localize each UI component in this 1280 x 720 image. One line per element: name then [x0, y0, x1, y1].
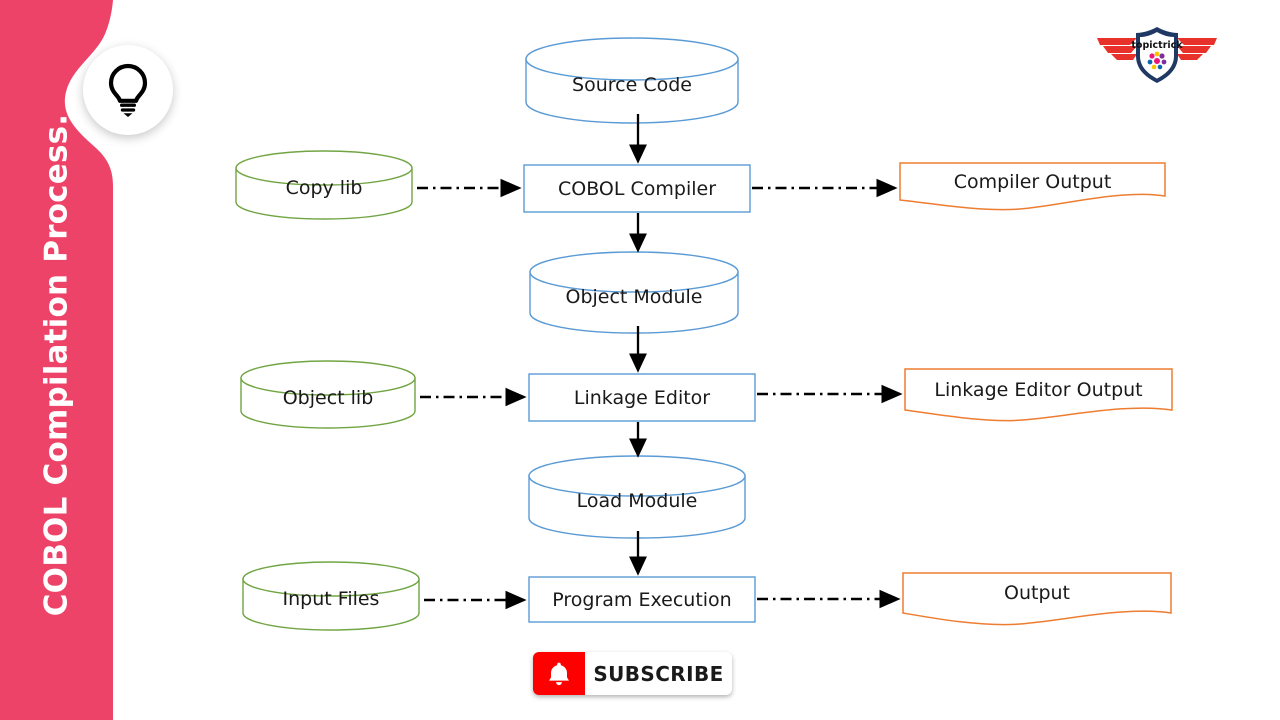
node-input-files[interactable] [242, 561, 420, 631]
logo-wordmark: topictrick [1131, 40, 1183, 51]
node-object-module[interactable] [529, 251, 739, 334]
subscribe-button[interactable]: SUBSCRIBE [533, 652, 732, 695]
bell-icon [549, 662, 569, 685]
node-object-lib[interactable] [240, 360, 416, 429]
node-output[interactable] [902, 572, 1172, 626]
subscribe-bell-container [533, 652, 585, 695]
flowchart-canvas [235, 37, 1173, 631]
logo-wing-right [1177, 38, 1217, 60]
lightbulb-badge [83, 45, 173, 135]
node-load-module[interactable] [528, 455, 746, 539]
node-copy-lib[interactable] [235, 150, 413, 220]
node-compiler-output[interactable] [899, 162, 1166, 211]
lightbulb-icon [108, 63, 148, 117]
node-linkage-editor[interactable] [528, 373, 756, 422]
brand-logo: topictrick [1097, 27, 1217, 83]
subscribe-label: SUBSCRIBE [593, 661, 724, 686]
node-linkage-editor-output[interactable] [904, 368, 1173, 422]
node-source-code[interactable] [525, 37, 739, 124]
node-cobol-compiler[interactable] [523, 164, 751, 213]
node-program-execution[interactable] [528, 576, 756, 623]
